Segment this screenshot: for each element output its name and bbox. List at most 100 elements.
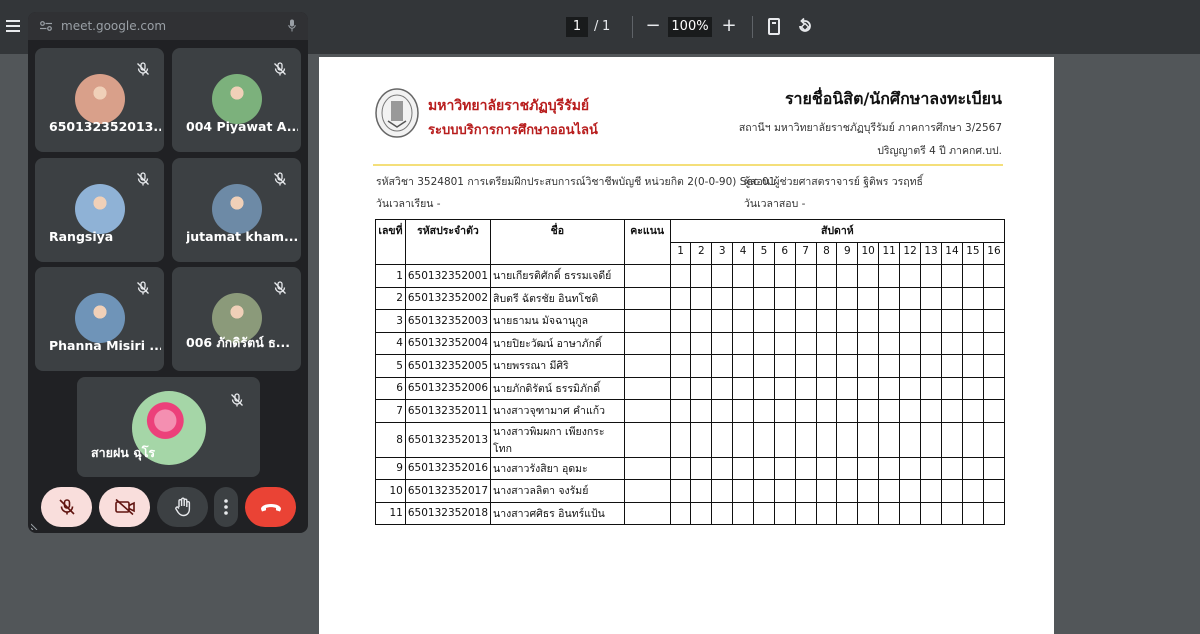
mic-off-icon [58,499,75,515]
participant-name: 004 Piyawat A... [186,119,298,134]
cell-week-attendance [752,286,775,310]
cell-week-attendance [920,479,943,503]
system-name: ระบบบริการการศึกษาออนไลน์ [428,123,598,138]
cell-week-attendance [752,264,775,288]
cell-week-attendance [982,354,1006,378]
cell-week-attendance [711,331,734,355]
header-id: รหัสประจำตัว [404,219,492,265]
raise-hand-button[interactable] [157,487,208,527]
cell-student-id: 650132352002 [404,286,492,310]
cell-week-attendance [794,264,817,288]
cell-week-attendance [711,286,734,310]
zoom-out-button[interactable]: − [644,15,662,37]
cell-week-attendance [711,309,734,333]
cell-week-attendance [920,264,943,288]
cell-week-attendance [920,376,943,400]
cell-week-attendance [711,264,734,288]
cell-week-attendance [732,264,754,288]
header-score: คะแนน [623,219,671,265]
raise-hand-icon [174,497,190,517]
table-row: 7 650132352011 นางสาวจุฑามาศ คำแก้ว [375,399,1006,423]
cell-week-attendance [732,501,754,525]
page-total: 1 [602,19,611,34]
cell-week-attendance [815,456,838,480]
cell-score [623,331,671,355]
cell-student-id: 650132352006 [404,376,492,400]
fit-page-icon[interactable] [768,18,780,35]
cell-week-attendance [690,501,713,525]
cell-week-attendance [941,286,963,310]
cell-week-attendance [899,376,922,400]
table-row: 8 650132352013 นางสาวพิมผกา เพียงกระโทก [375,421,1006,458]
resize-grip-icon[interactable] [31,520,41,530]
participant-tile[interactable]: 650132352013... [35,48,164,152]
cell-week-attendance [961,286,984,310]
participant-name: Rangsiya [49,229,114,244]
cell-week-attendance [878,354,901,378]
cell-student-id: 650132352005 [404,354,492,378]
cell-student-id: 650132352001 [404,264,492,288]
host-tile[interactable]: สายฝน ฉุโร [77,377,260,477]
meet-pip-window[interactable]: meet.google.com 650132352013... 004 Piyaw… [28,12,308,533]
mic-icon[interactable] [288,19,296,32]
cell-week-attendance [752,421,775,458]
more-options-button[interactable] [214,487,238,527]
cell-week-attendance [836,286,859,310]
cell-week-attendance [920,399,943,423]
cell-week-attendance [857,456,880,480]
pip-title-bar[interactable]: meet.google.com [28,12,308,40]
participant-tile[interactable]: Phanna Misiri ... [35,267,164,371]
cell-week-attendance [982,309,1006,333]
participant-tile[interactable]: 006 ภักดิรัตน์ ธ... [172,267,301,371]
mic-toggle-button[interactable] [41,487,92,527]
participant-tile[interactable]: 004 Piyawat A... [172,48,301,152]
cell-week-attendance [920,309,943,333]
cell-student-name: สิบตรี ฉัตรชัย อินทโชติ [490,286,625,310]
zoom-input[interactable]: 100% [668,17,712,37]
participant-avatar [212,184,262,234]
muted-mic-icon [274,281,286,295]
cell-week-attendance [690,479,713,503]
week-header-cell: 14 [941,241,963,265]
cell-week-attendance [690,331,713,355]
cell-week-attendance [794,456,817,480]
site-settings-icon[interactable] [40,21,52,31]
cell-week-attendance [961,479,984,503]
cell-week-attendance [836,354,859,378]
cell-week-attendance [794,501,817,525]
rotate-icon[interactable] [796,17,814,35]
cell-week-attendance [899,354,922,378]
cell-week-attendance [899,421,922,458]
cell-no: 8 [375,421,406,458]
table-row: 6 650132352006 นายภักดิรัตน์ ธรรมิภักดิ์ [375,376,1006,400]
table-row: 5 650132352005 นายพรรณา มีศิริ [375,354,1006,378]
cell-week-attendance [773,264,796,288]
leave-call-button[interactable] [245,487,296,527]
week-header-cell: 10 [857,241,880,265]
cell-week-attendance [815,399,838,423]
cell-week-attendance [878,421,901,458]
cell-no: 1 [375,264,406,288]
participant-tile[interactable]: jutamat kham... [172,158,301,262]
cell-week-attendance [836,501,859,525]
cell-student-id: 650132352013 [404,421,492,458]
cell-week-attendance [815,376,838,400]
cell-week-attendance [878,479,901,503]
cell-week-attendance [711,501,734,525]
cell-week-attendance [920,456,943,480]
participant-tile[interactable]: Rangsiya [35,158,164,262]
zoom-in-button[interactable]: + [720,15,738,37]
cell-week-attendance [857,501,880,525]
cell-week-attendance [982,421,1006,458]
participant-name: 650132352013... [49,119,161,134]
menu-icon[interactable] [6,20,20,32]
document-place: สถานีฯ มหาวิทยาลัยราชภัฏบุรีรัมย์ ภาคการ… [738,122,1002,134]
call-end-icon [260,504,281,512]
cell-student-id: 650132352018 [404,501,492,525]
cell-week-attendance [941,264,963,288]
page-number-input[interactable]: 1 [566,17,588,37]
cell-week-attendance [878,331,901,355]
camera-toggle-button[interactable] [99,487,150,527]
cell-week-attendance [732,309,754,333]
cell-week-attendance [941,456,963,480]
